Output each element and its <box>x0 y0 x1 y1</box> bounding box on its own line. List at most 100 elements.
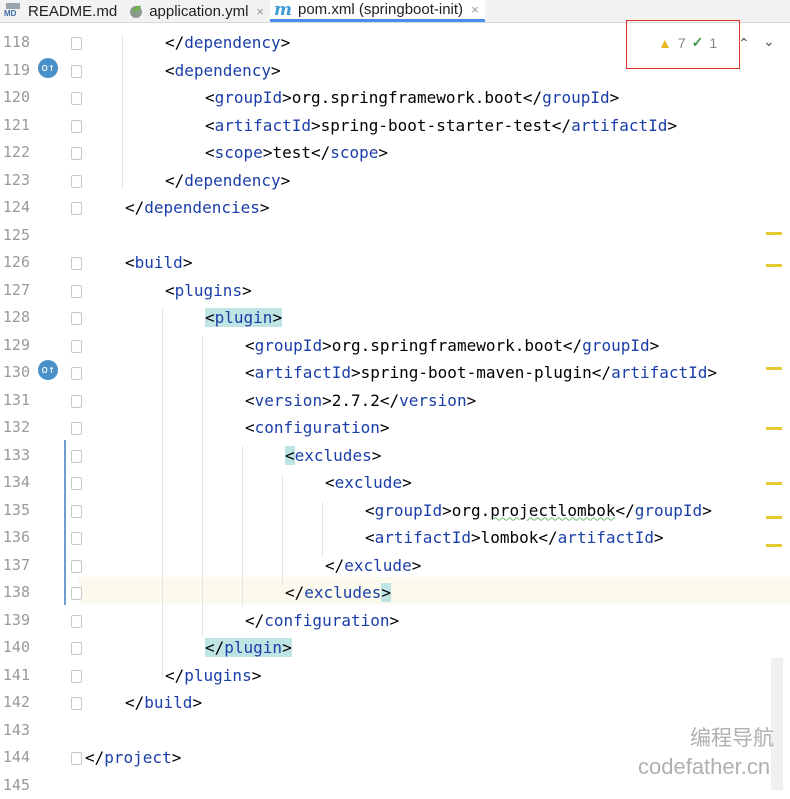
fold-marker-icon[interactable] <box>71 450 82 463</box>
fold-marker-icon[interactable] <box>71 37 82 50</box>
code-line[interactable]: </dependency> <box>85 167 790 195</box>
code-text: > <box>707 363 717 382</box>
code-text: </ <box>165 171 184 190</box>
warning-stripe-marker[interactable] <box>766 482 782 485</box>
code-text: > <box>281 171 291 190</box>
inspection-widget[interactable]: ▲ 7 ✓ 1 <box>658 34 717 51</box>
code-line[interactable]: <scope>test</scope> <box>85 139 790 167</box>
code-text: < <box>245 336 255 355</box>
code-text: > <box>172 748 182 767</box>
code-text: >spring-boot-starter-test</ <box>311 116 571 135</box>
fold-marker-icon[interactable] <box>71 560 82 573</box>
code-text: >org. <box>442 501 490 520</box>
code-line[interactable]: <artifactId>spring-boot-starter-test</ar… <box>85 112 790 140</box>
previous-problem-icon[interactable]: ⌃ <box>738 36 750 52</box>
tab-application-yml[interactable]: application.yml × <box>123 0 270 22</box>
line-number: 145 <box>0 772 30 799</box>
code-line[interactable]: <build> <box>85 249 790 277</box>
fold-marker-icon[interactable] <box>71 587 82 600</box>
fold-marker-icon[interactable] <box>71 175 82 188</box>
code-editor[interactable]: 118</dependency>119<dependency>120<group… <box>0 22 790 790</box>
code-text: >org.springframework.boot</ <box>322 336 582 355</box>
line-number: 131 <box>0 387 30 415</box>
code-line[interactable]: </exclude> <box>85 552 790 580</box>
weak-warning-icon: ✓ <box>692 34 704 51</box>
code-line[interactable]: </plugins> <box>85 662 790 690</box>
code-line[interactable]: </excludes> <box>85 579 790 607</box>
fold-marker-icon[interactable] <box>71 147 82 160</box>
code-line[interactable]: </configuration> <box>85 607 790 635</box>
code-line[interactable] <box>85 222 790 250</box>
warning-stripe-marker[interactable] <box>766 367 782 370</box>
code-line[interactable]: <excludes> <box>85 442 790 470</box>
vcs-change-bar[interactable] <box>64 440 66 605</box>
fold-marker-icon[interactable] <box>71 257 82 270</box>
xml-tag-name: plugins <box>175 281 242 300</box>
line-number: 128 <box>0 304 30 332</box>
maven-run-icon[interactable]: o↑ <box>38 360 58 380</box>
code-text: </ <box>205 638 224 657</box>
fold-marker-icon[interactable] <box>71 340 82 353</box>
line-number: 119 <box>0 57 30 85</box>
next-problem-icon[interactable]: ⌄ <box>763 34 775 50</box>
close-icon[interactable]: × <box>256 4 264 19</box>
code-line[interactable]: <groupId>org.springframework.boot</group… <box>85 84 790 112</box>
code-text: > <box>183 253 193 272</box>
code-text: > <box>272 308 282 327</box>
code-text: > <box>390 611 400 630</box>
code-line[interactable] <box>85 717 790 745</box>
fold-marker-icon[interactable] <box>71 505 82 518</box>
fold-marker-icon[interactable] <box>71 312 82 325</box>
code-line[interactable]: <plugin> <box>85 304 790 332</box>
code-text: </ <box>165 666 184 685</box>
code-text: >spring-boot-maven-plugin</ <box>351 363 611 382</box>
code-line[interactable]: </dependencies> <box>85 194 790 222</box>
fold-marker-icon[interactable] <box>71 752 82 765</box>
warning-stripe-marker[interactable] <box>766 232 782 235</box>
line-number: 118 <box>0 29 30 57</box>
weak-warning-count: 1 <box>709 35 717 51</box>
code-line[interactable]: <exclude> <box>85 469 790 497</box>
code-line[interactable]: <groupId>org.projectlombok</groupId> <box>85 497 790 525</box>
line-number: 134 <box>0 469 30 497</box>
tab-readme[interactable]: MD README.md <box>0 0 123 22</box>
fold-marker-icon[interactable] <box>71 285 82 298</box>
warning-stripe-marker[interactable] <box>766 427 782 430</box>
close-icon[interactable]: × <box>471 2 479 17</box>
fold-marker-icon[interactable] <box>71 477 82 490</box>
code-line[interactable]: </build> <box>85 689 790 717</box>
tab-pom-xml[interactable]: m pom.xml (springboot-init) × <box>270 0 485 22</box>
code-line[interactable]: </plugin> <box>85 634 790 662</box>
code-text: projectlombok <box>490 501 615 520</box>
code-line[interactable]: <artifactId>spring-boot-maven-plugin</ar… <box>85 359 790 387</box>
xml-tag-name: excludes <box>295 446 372 465</box>
warning-stripe-marker[interactable] <box>766 264 782 267</box>
code-line[interactable]: <configuration> <box>85 414 790 442</box>
code-text: > <box>252 666 262 685</box>
code-text: > <box>380 418 390 437</box>
fold-marker-icon[interactable] <box>71 697 82 710</box>
maven-run-icon[interactable]: o↑ <box>38 58 58 78</box>
fold-marker-icon[interactable] <box>71 92 82 105</box>
code-line[interactable]: <version>2.7.2</version> <box>85 387 790 415</box>
warning-stripe-marker[interactable] <box>766 544 782 547</box>
fold-marker-icon[interactable] <box>71 422 82 435</box>
code-text: > <box>281 33 291 52</box>
fold-marker-icon[interactable] <box>71 395 82 408</box>
warning-stripe-marker[interactable] <box>766 516 782 519</box>
watermark-url: codefather.cn <box>638 754 770 780</box>
fold-marker-icon[interactable] <box>71 120 82 133</box>
code-line[interactable]: <groupId>org.springframework.boot</group… <box>85 332 790 360</box>
fold-marker-icon[interactable] <box>71 65 82 78</box>
code-line[interactable]: <plugins> <box>85 277 790 305</box>
fold-marker-icon[interactable] <box>71 642 82 655</box>
fold-marker-icon[interactable] <box>71 670 82 683</box>
fold-marker-icon[interactable] <box>71 202 82 215</box>
fold-marker-icon[interactable] <box>71 532 82 545</box>
line-number: 125 <box>0 222 30 250</box>
fold-marker-icon[interactable] <box>71 615 82 628</box>
fold-marker-icon[interactable] <box>71 367 82 380</box>
code-text: < <box>325 473 335 492</box>
line-number: 142 <box>0 689 30 717</box>
code-line[interactable]: <artifactId>lombok</artifactId> <box>85 524 790 552</box>
